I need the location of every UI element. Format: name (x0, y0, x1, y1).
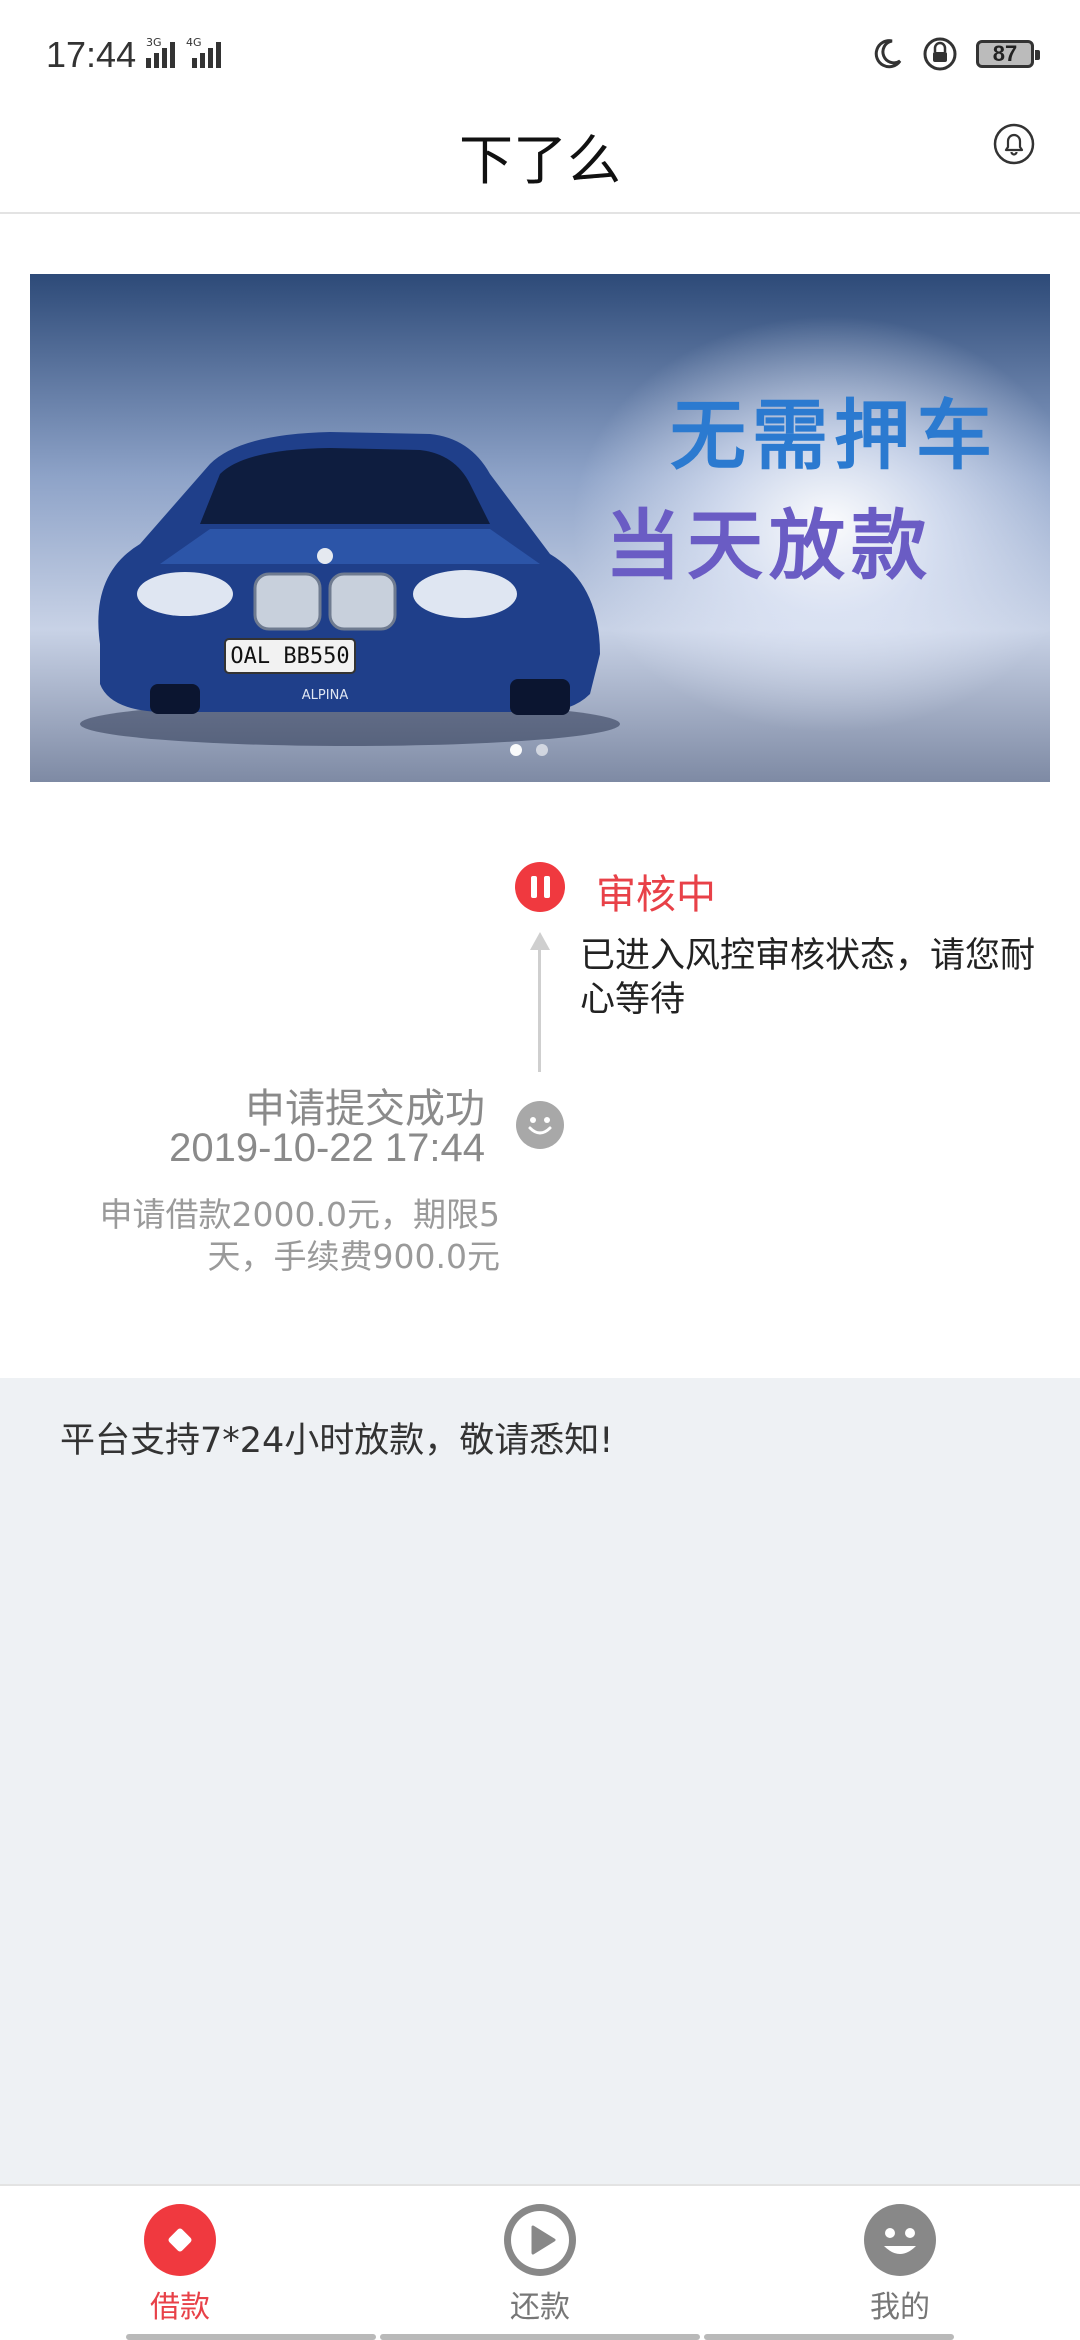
tab-repay[interactable]: 还款 (360, 2186, 720, 2340)
app-header: 下了么 (0, 100, 1080, 214)
notice-text: 平台支持7*24小时放款，敬请悉知! (60, 1421, 614, 1461)
car-image: OAL BB550 ALPINA (80, 432, 620, 746)
home-indicator-left (126, 2334, 376, 2340)
smile-face-icon (864, 2204, 936, 2276)
notice-area: 平台支持7*24小时放款，敬请悉知! (0, 1378, 1080, 2184)
rotation-lock-icon (923, 37, 957, 71)
tab-borrow[interactable]: 借款 (0, 2186, 360, 2340)
diamond-icon (144, 2204, 216, 2276)
tab-borrow-label: 借款 (150, 2290, 210, 2325)
network-a-label: 3G (146, 36, 162, 49)
smile-icon (516, 1101, 564, 1149)
submit-status-description: 申请借款2000.0元，期限5天，手续费900.0元 (99, 1195, 500, 1276)
license-plate: OAL BB550 (230, 644, 349, 669)
play-icon (504, 2204, 576, 2276)
banner-line2: 当天放款 (605, 501, 933, 590)
tab-repay-label: 还款 (510, 2290, 570, 2325)
tab-mine[interactable]: 我的 (720, 2186, 1080, 2340)
loan-status-timeline: 审核中 已进入风控审核状态，请您耐心等待 申请提交成功 2019-10-22 1… (0, 782, 1080, 1378)
battery-level: 87 (992, 41, 1018, 66)
home-indicator-right (704, 2334, 954, 2340)
status-time: 17:44 (46, 34, 137, 75)
status-right-icons: 87 (870, 36, 1040, 72)
network-b-label: 4G (186, 36, 202, 49)
bell-icon[interactable] (992, 122, 1036, 166)
home-indicator-center (380, 2334, 700, 2340)
timeline-connector (538, 944, 541, 1072)
current-status-description: 已进入风控审核状态，请您耐心等待 (580, 936, 1036, 1020)
submit-status-time: 2019-10-22 17:44 (169, 1126, 485, 1170)
alpina-badge: ALPINA (302, 688, 349, 703)
signal-4g-icon: 4G (186, 36, 221, 68)
banner-dot-1[interactable] (510, 744, 522, 756)
moon-icon (874, 39, 902, 69)
battery-icon: 87 (976, 40, 1040, 68)
bottom-tab-bar: 借款 还款 我的 (0, 2184, 1080, 2340)
current-status-title: 审核中 (596, 872, 716, 918)
banner-dot-2[interactable] (536, 744, 548, 756)
status-bar: 17:44 3G 4G 87 (0, 0, 1080, 100)
page-title: 下了么 (459, 129, 621, 192)
tab-mine-label: 我的 (870, 2290, 930, 2325)
pause-icon (515, 862, 565, 912)
promo-banner[interactable]: OAL BB550 ALPINA 无需押车 当天放款 (30, 274, 1050, 782)
banner-pagination (510, 744, 548, 756)
banner-line1: 无需押车 (670, 391, 998, 480)
